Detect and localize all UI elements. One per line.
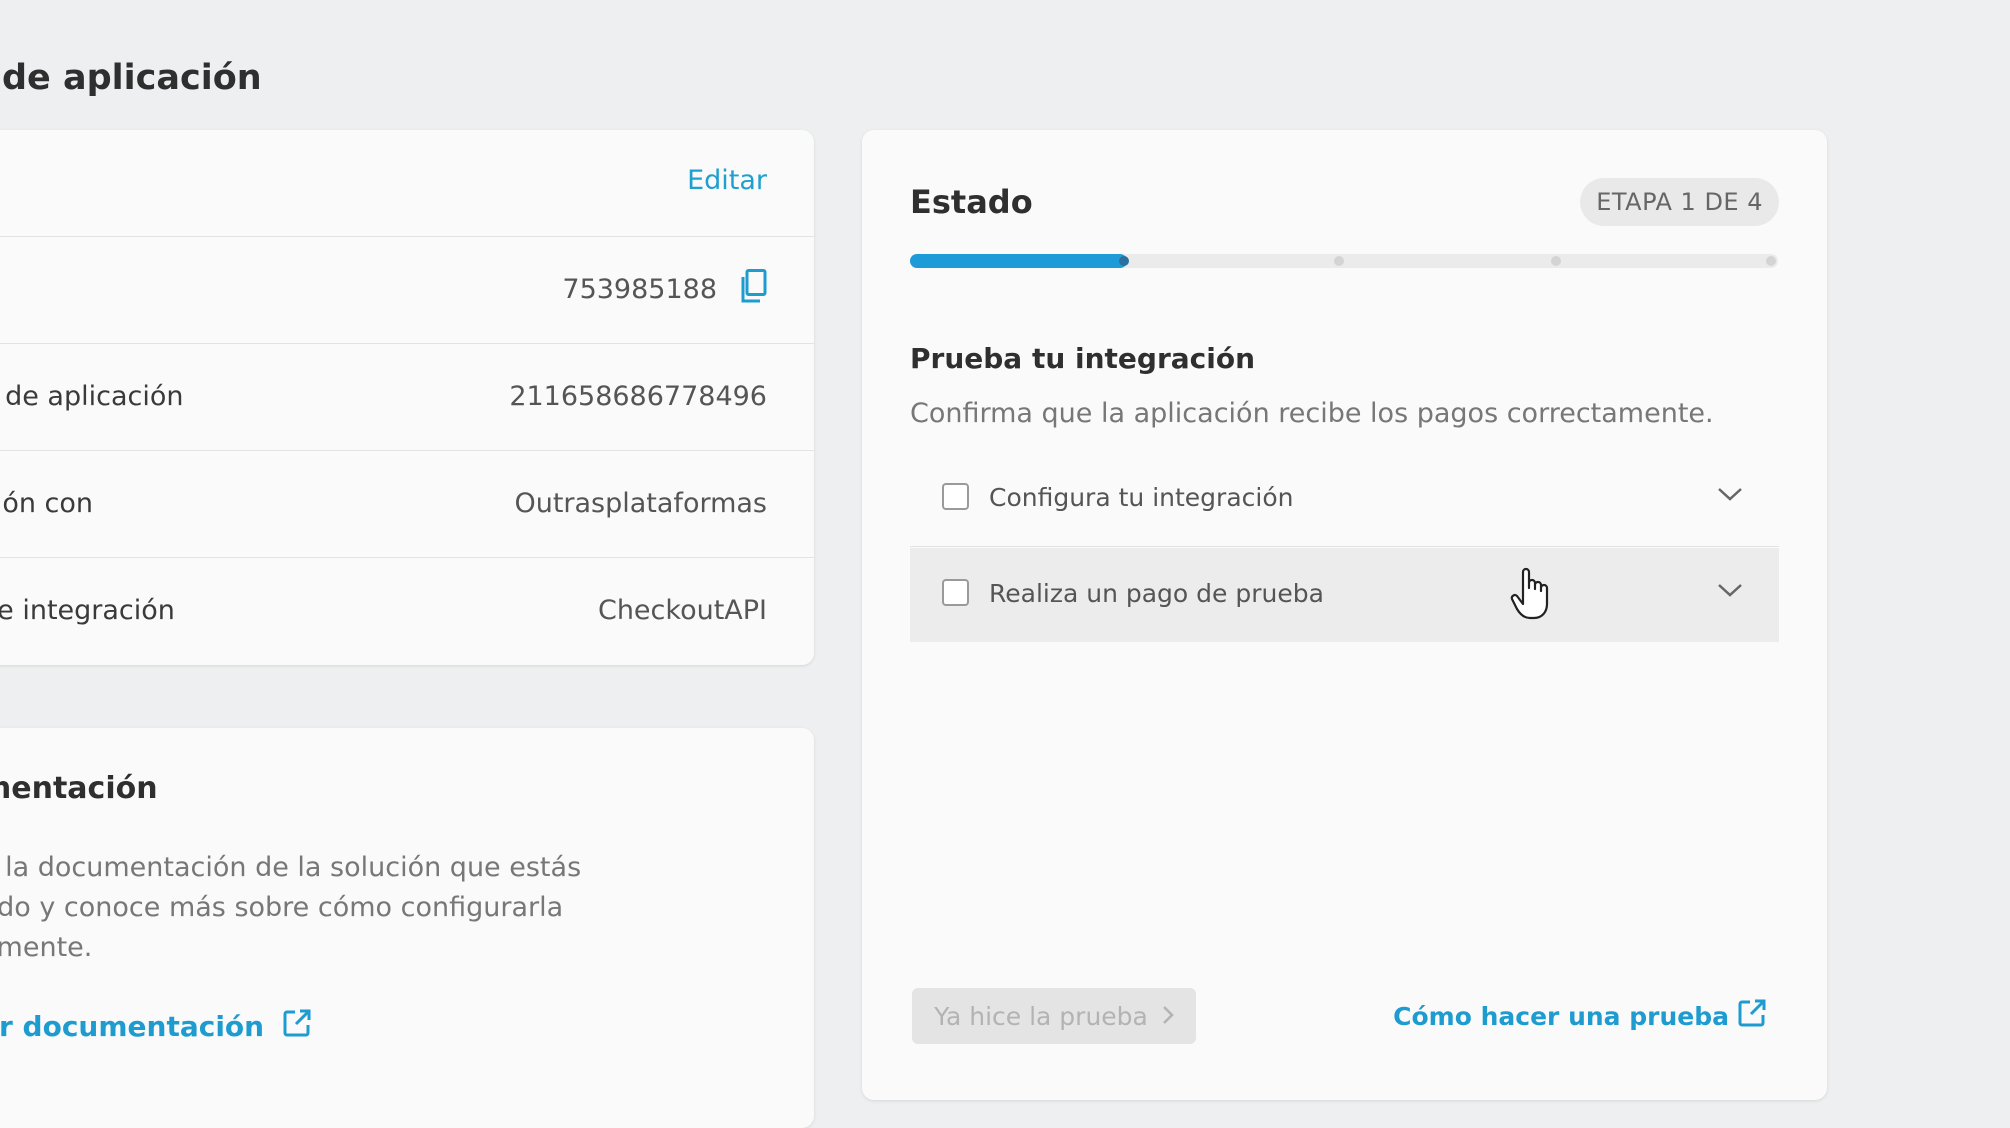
documentation-description: a la documentación de la solución que es… xyxy=(0,848,640,968)
info-row-app-number: : 753985188 xyxy=(0,237,814,344)
external-link-icon xyxy=(282,1008,312,1045)
info-value: CheckoutAPI xyxy=(597,595,767,626)
progress-step-dot xyxy=(1766,256,1776,266)
view-documentation-link[interactable]: er documentación xyxy=(0,1008,312,1045)
info-label: de integración xyxy=(0,595,175,626)
info-row-integration-with: ción con Outrasplataformas xyxy=(0,451,814,558)
page-title: de aplicación xyxy=(2,58,262,98)
status-title: Estado xyxy=(910,183,1033,221)
step-label: Configura tu integración xyxy=(989,483,1294,512)
step-test-payment[interactable]: Realiza un pago de prueba xyxy=(910,548,1779,642)
step-checkbox[interactable] xyxy=(942,579,969,606)
already-tested-label: Ya hice la prueba xyxy=(934,1001,1148,1031)
documentation-title: mentación xyxy=(0,771,158,806)
chevron-down-icon[interactable] xyxy=(1717,582,1743,602)
how-to-test-label: Cómo hacer una prueba xyxy=(1393,1001,1729,1031)
details-card-header: Editar xyxy=(0,130,814,237)
documentation-text-line: ndo y conoce más sobre cómo configurarla xyxy=(0,892,564,923)
info-label: ción con xyxy=(0,488,94,519)
documentation-text-line: a la documentación de la solución que es… xyxy=(0,852,582,883)
chevron-right-icon xyxy=(1162,1002,1174,1031)
info-value: 211658686778496 xyxy=(509,381,767,412)
info-value: Outrasplataformas xyxy=(514,488,767,519)
how-to-test-link[interactable]: Cómo hacer una prueba xyxy=(1393,998,1767,1034)
view-documentation-label: er documentación xyxy=(0,1010,265,1043)
stage-progress-fill xyxy=(910,254,1127,268)
step-label: Realiza un pago de prueba xyxy=(989,579,1324,608)
copy-icon[interactable] xyxy=(739,269,767,307)
step-checkbox[interactable] xyxy=(942,483,969,510)
status-card: Estado ETAPA 1 DE 4 Prueba tu integració… xyxy=(862,130,1827,1100)
info-row-app-id: o de aplicación 211658686778496 xyxy=(0,344,814,451)
progress-step-dot xyxy=(1334,256,1344,266)
already-tested-button[interactable]: Ya hice la prueba xyxy=(912,988,1196,1044)
documentation-card: mentación a la documentación de la soluc… xyxy=(0,728,814,1128)
progress-step-dot xyxy=(1551,256,1561,266)
section-title: Prueba tu integración xyxy=(910,342,1256,375)
section-subtitle: Confirma que la aplicación recibe los pa… xyxy=(910,398,1714,429)
info-value: 753985188 xyxy=(562,274,717,305)
step-configure-integration[interactable]: Configura tu integración xyxy=(910,452,1779,547)
chevron-down-icon[interactable] xyxy=(1717,486,1743,506)
stage-badge: ETAPA 1 DE 4 xyxy=(1580,178,1779,226)
documentation-text-line: amente. xyxy=(0,932,93,963)
info-label: o de aplicación xyxy=(0,381,184,412)
progress-step-dot xyxy=(1119,256,1129,266)
hand-cursor-icon xyxy=(1510,566,1550,626)
external-link-icon xyxy=(1737,998,1767,1034)
edit-link[interactable]: Editar xyxy=(687,165,767,196)
application-details-card: Editar : 753985188 o de aplicación 21165… xyxy=(0,130,814,665)
info-row-integration-type: de integración CheckoutAPI xyxy=(0,558,814,664)
stage-progress-bar xyxy=(910,254,1778,268)
